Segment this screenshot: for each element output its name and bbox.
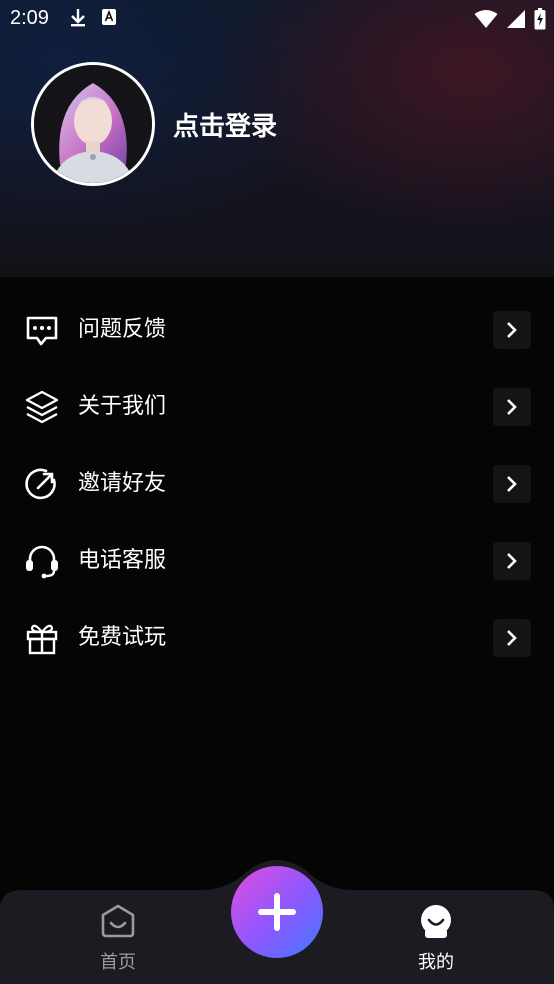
arrow-circle-icon [25, 468, 56, 500]
download-icon [71, 9, 85, 27]
app-notification-icon [102, 9, 116, 25]
menu-item-phone-support[interactable]: 电话客服 [0, 523, 554, 600]
nav-tab-home[interactable]: 首页 [80, 900, 156, 976]
chevron-right-icon [493, 388, 531, 426]
profile-smile-icon [421, 905, 451, 938]
menu-item-invite[interactable]: 邀请好友 [0, 446, 554, 523]
chevron-right-icon [493, 465, 531, 503]
status-time: 2:09 [10, 7, 49, 29]
chevron-right-icon [493, 542, 531, 580]
status-bar: 2:09 [0, 0, 554, 38]
layers-icon [25, 390, 59, 424]
plus-icon [258, 893, 296, 931]
nav-tab-mine[interactable]: 我的 [398, 900, 474, 976]
nav-tab-home-label: 首页 [100, 952, 136, 973]
menu-item-free-trial[interactable]: 免费试玩 [0, 600, 554, 677]
avatar-portrait-image [34, 65, 152, 183]
status-notification-icons [69, 8, 117, 28]
signal-icon [507, 10, 525, 28]
settings-menu: 问题反馈 关于我们 邀请好友 电话客服 免费试玩 [0, 292, 554, 677]
menu-item-feedback[interactable]: 问题反馈 [0, 292, 554, 369]
login-link[interactable]: 点击登录 [173, 106, 277, 143]
nav-tab-mine-label: 我的 [418, 952, 454, 973]
status-system-icons [474, 8, 546, 30]
home-smile-icon [101, 904, 135, 938]
menu-item-about[interactable]: 关于我们 [0, 369, 554, 446]
menu-item-label: 关于我们 [78, 394, 167, 419]
menu-item-label: 邀请好友 [78, 471, 167, 496]
chevron-right-icon [493, 311, 531, 349]
create-button[interactable] [231, 866, 323, 958]
menu-item-label: 电话客服 [78, 548, 167, 573]
chat-bubble-icon [26, 316, 58, 346]
menu-item-label: 问题反馈 [78, 317, 167, 342]
battery-icon [534, 8, 546, 30]
menu-item-label: 免费试玩 [78, 625, 167, 650]
wifi-icon [474, 10, 498, 28]
gift-icon [26, 624, 58, 655]
chevron-right-icon [493, 619, 531, 657]
headset-icon [26, 545, 58, 579]
avatar[interactable] [31, 62, 155, 186]
